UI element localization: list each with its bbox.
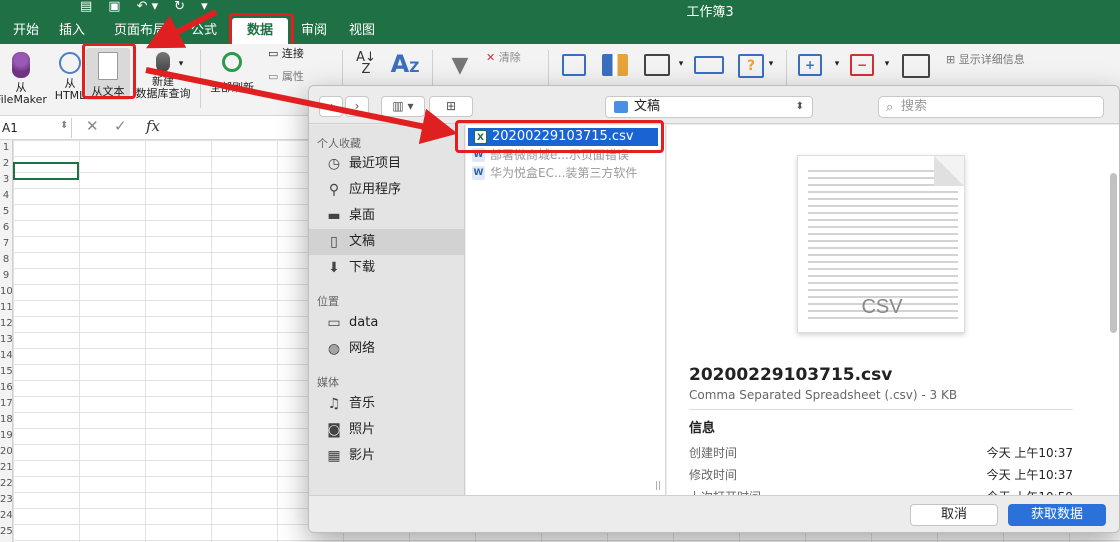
arrow-to-csv-file: [145, 67, 458, 145]
annotation-arrows: [145, 9, 458, 145]
arrow-to-from-text: [146, 9, 218, 49]
